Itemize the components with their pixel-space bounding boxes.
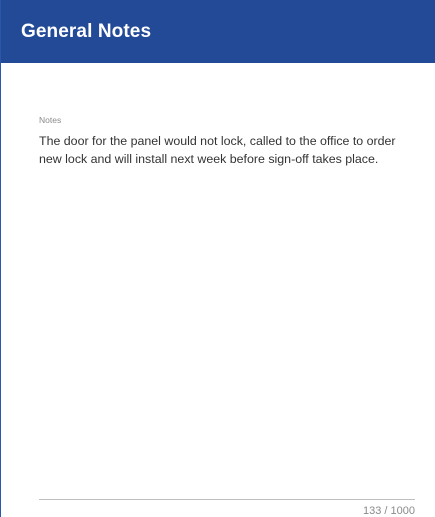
dialog-header: General Notes — [1, 0, 435, 63]
character-counter: 133 / 1000 — [363, 505, 415, 517]
notes-label: Notes — [39, 115, 62, 125]
notes-underline — [39, 499, 415, 500]
notes-field[interactable]: Notes The door for the panel would not l… — [39, 115, 419, 168]
notes-textarea[interactable]: The door for the panel would not lock, c… — [39, 132, 419, 168]
dialog-title: General Notes — [21, 20, 152, 42]
general-notes-dialog: General Notes Notes The door for the pan… — [0, 0, 435, 517]
